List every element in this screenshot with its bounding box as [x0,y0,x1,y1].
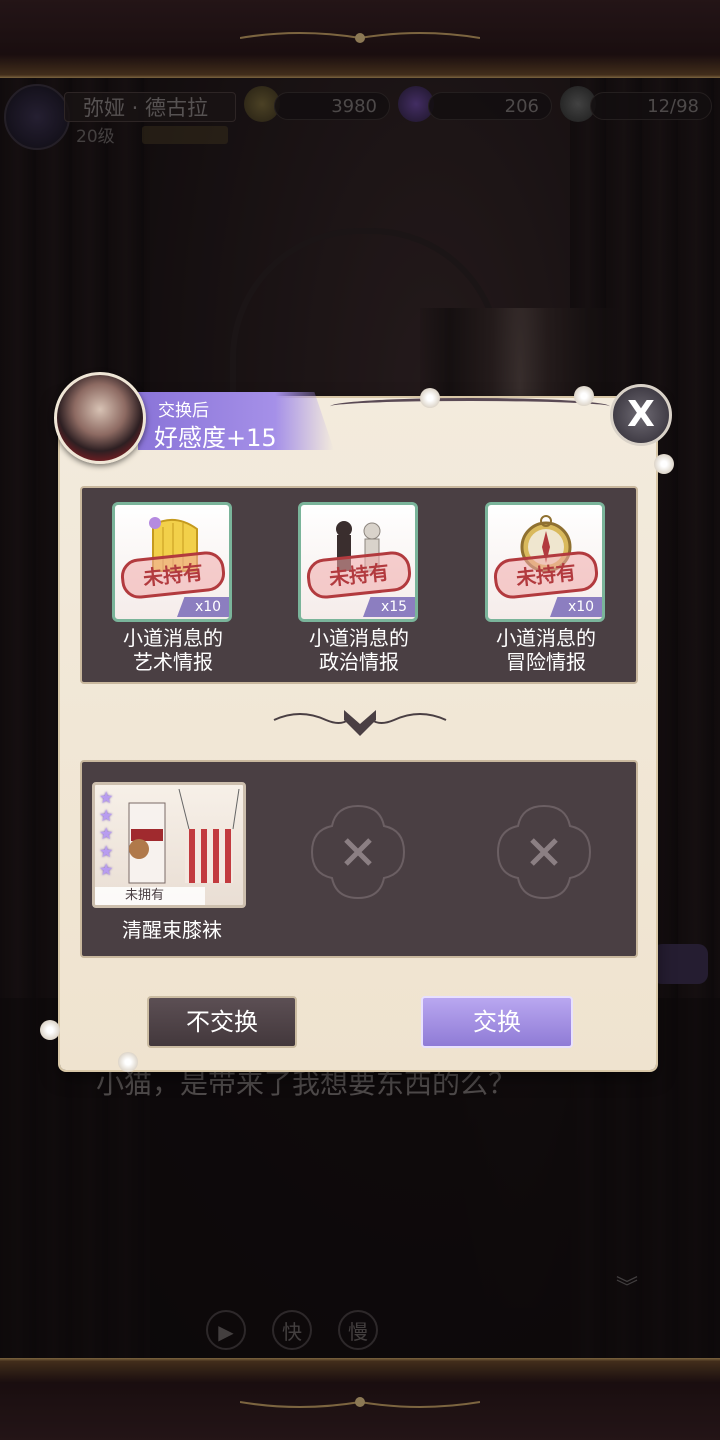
item-name-politics-line1: 小道消息的 [309,626,409,650]
down-arrow-divider-icon [273,710,447,736]
rose-decoration [574,386,594,406]
item-quantity: x10 [550,597,602,617]
required-item-politics[interactable]: 未持有 x15 [298,502,418,622]
close-button[interactable]: X [610,384,672,446]
not-owned-label: 未拥有 [95,887,205,905]
cancel-exchange-button[interactable]: 不交换 [147,996,297,1048]
stockings-icon [128,789,240,884]
rose-decoration [118,1052,138,1072]
required-item-adventure[interactable]: 未持有 x10 [485,502,605,622]
required-item-art[interactable]: 未持有 x10 [112,502,232,622]
item-name-art-line2: 艺术情报 [133,650,213,674]
empty-slot-icon [496,804,592,900]
item-quantity: x10 [177,597,229,617]
rose-decoration [420,388,440,408]
reward-item-name: 清醒束膝袜 [122,918,222,942]
item-name-politics-line2: 政治情报 [319,650,399,674]
rose-decoration [40,1020,60,1040]
item-name-adventure-line2: 冒险情报 [506,650,586,674]
confirm-exchange-button[interactable]: 交换 [421,996,573,1048]
vine-decoration [330,398,610,415]
character-portrait [54,372,146,464]
rose-decoration [654,454,674,474]
item-name-art-line1: 小道消息的 [123,626,223,650]
item-name-adventure-line1: 小道消息的 [496,626,596,650]
reward-item[interactable]: ★ ★ ★ ★ ★ 未拥有 [92,782,246,908]
affection-bonus: 好感度+15 [154,424,277,452]
star-rating-icon: ★ ★ ★ ★ ★ [99,788,114,879]
item-quantity: x15 [363,597,415,617]
close-icon: X [627,394,655,435]
empty-slot-icon [310,804,406,900]
